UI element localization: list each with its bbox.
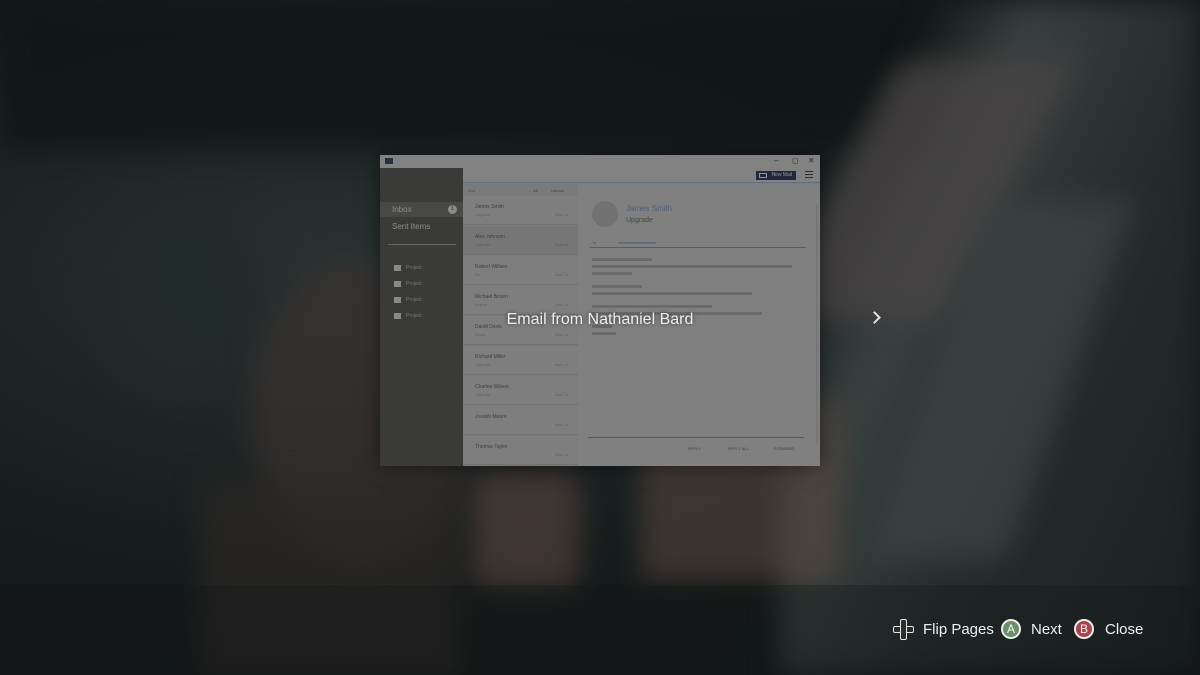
b-button-icon: B [1074, 619, 1094, 639]
dpad-icon [893, 619, 914, 640]
flip-pages-prompt[interactable]: Flip Pages [923, 620, 994, 640]
scene-chair [470, 470, 580, 590]
document-title: Email from Nathaniel Bard [506, 311, 694, 328]
a-button-icon: A [1001, 619, 1021, 639]
close-prompt[interactable]: Close [1105, 620, 1143, 640]
next-prompt[interactable]: Next [1031, 620, 1062, 640]
scene-shadow [90, 200, 270, 400]
chevron-right-icon[interactable] [868, 309, 882, 327]
